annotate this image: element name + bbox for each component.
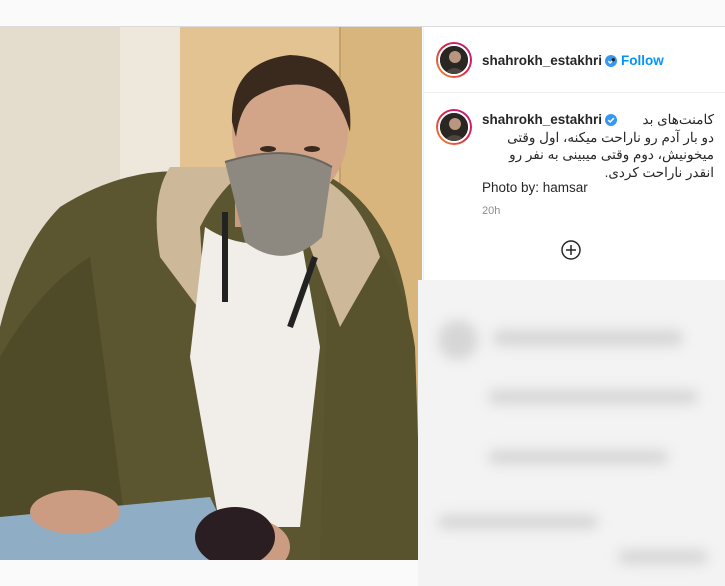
caption-line: کامنت‌های بد [642,112,715,127]
load-more-comments-button[interactable] [561,240,581,260]
avatar-image-icon [440,46,468,74]
avatar-image-icon [440,113,468,141]
header-separator: • [611,52,616,67]
header-username[interactable]: shahrokh_estakhri [482,53,618,68]
caption-author-avatar[interactable] [436,109,472,145]
caption-line: میخونیش، دوم وقتی میبینی به نفر رو [509,147,714,162]
obscured-region [418,280,725,586]
page-top-bar [0,0,725,26]
post-timestamp[interactable]: 20h [482,205,500,217]
author-avatar[interactable] [436,42,472,78]
caption-line: دو بار آدم رو ناراحت میکنه، اول وقتی [507,129,714,145]
caption-text: کامنت‌های بد دو بار آدم رو ناراحت میکنه،… [482,111,714,181]
plus-circle-icon [561,240,581,260]
photo-credit: Photo by: hamsar [482,180,588,195]
post-photo[interactable] [0,27,422,560]
post-header: shahrokh_estakhri • Follow [424,27,725,93]
post-modal: shahrokh_estakhri • Follow shahrokh_esta… [0,26,725,586]
follow-button[interactable]: Follow [621,53,664,68]
header-username-text[interactable]: shahrokh_estakhri [482,53,602,68]
photo-illustration [0,27,422,560]
caption-line: انقدر ناراحت کردی. [604,164,714,180]
